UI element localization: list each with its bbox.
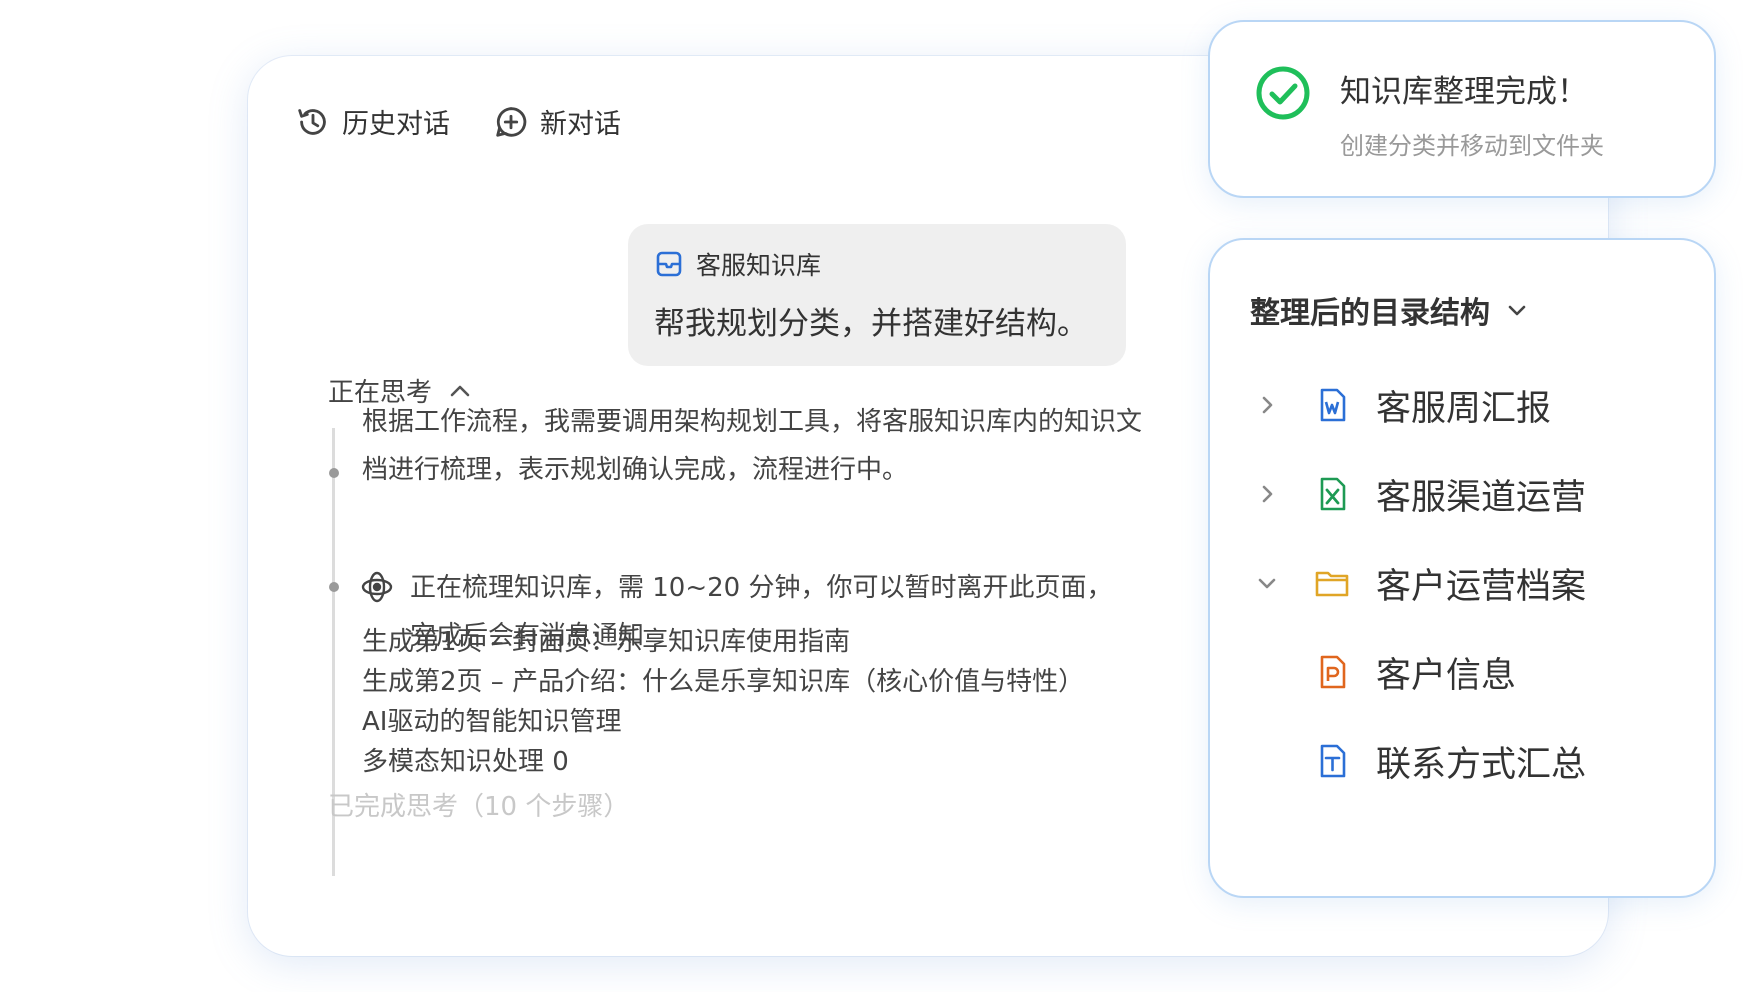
user-message-text: 帮我规划分类，并搭建好结构。 (654, 306, 1088, 342)
chat-toolbar: 历史对话 新对话 (294, 102, 621, 141)
tree-item-customer-service-channel-ops[interactable]: 客服渠道运营 (1210, 459, 1714, 529)
completed-thinking-label: 已完成思考（10 个步骤） (328, 792, 630, 822)
generation-log-line: AI驱动的智能知识管理 (362, 707, 622, 737)
new-chat-button[interactable]: 新对话 (492, 102, 621, 141)
notification-title: 知识库整理完成！ (1340, 74, 1588, 110)
generation-log: 生成第1页 – 封面页：乐享知识库使用指南 生成第2页 – 产品介绍：什么是乐享… (362, 622, 1084, 782)
add-chat-icon (496, 106, 527, 137)
directory-structure-panel: 整理后的目录结构 客服周汇报 客服渠道运营 客户运营档案 客户信息 联系方式汇总 (1208, 238, 1716, 898)
generation-log-line: 生成第1页 – 封面页：乐享知识库使用指南 (362, 627, 851, 657)
timeline-dot (329, 582, 339, 592)
tree-item-customer-ops-archive[interactable]: 客户运营档案 (1210, 548, 1714, 618)
completion-notification: 知识库整理完成！ 创建分类并移动到文件夹 (1208, 20, 1716, 198)
text-doc-icon (1320, 744, 1346, 778)
tree-item-label: 客户运营档案 (1376, 566, 1587, 607)
orbit-loading-icon (361, 571, 393, 603)
generation-log-line: 生成第2页 – 产品介绍：什么是乐享知识库（核心价值与特性） (362, 667, 1085, 697)
ppt-doc-icon (1320, 655, 1346, 689)
knowledge-base-icon (656, 251, 682, 277)
folder-icon (1315, 571, 1349, 597)
history-icon (298, 108, 326, 135)
history-chat-button[interactable]: 历史对话 (294, 102, 450, 141)
excel-doc-icon (1320, 477, 1346, 511)
tree-item-label: 客服周汇报 (1376, 388, 1552, 429)
notification-subtitle: 创建分类并移动到文件夹 (1340, 132, 1604, 160)
knowledge-base-name: 客服知识库 (696, 251, 822, 280)
knowledge-base-chip[interactable]: 客服知识库 (654, 246, 1100, 282)
tree-item-contact-summary[interactable]: 联系方式汇总 (1210, 726, 1714, 796)
check-circle-icon (1256, 66, 1310, 120)
word-doc-icon (1320, 388, 1346, 422)
chevron-down-icon (1508, 305, 1526, 316)
timeline-dot (329, 468, 339, 478)
user-message-bubble: 客服知识库 帮我规划分类，并搭建好结构。 (628, 224, 1126, 366)
directory-structure-dropdown[interactable]: 整理后的目录结构 (1250, 288, 1530, 332)
history-chat-label: 历史对话 (342, 109, 450, 140)
tree-item-label: 客户信息 (1376, 655, 1517, 696)
chevron-right-icon[interactable] (1254, 481, 1280, 507)
generation-log-line: 多模态知识处理 0 (362, 747, 569, 777)
tree-item-customer-service-weekly-report[interactable]: 客服周汇报 (1210, 370, 1714, 440)
tree-item-label: 客服渠道运营 (1376, 477, 1587, 518)
tree-item-customer-info[interactable]: 客户信息 (1210, 637, 1714, 707)
chevron-right-icon[interactable] (1254, 392, 1280, 418)
new-chat-label: 新对话 (540, 109, 621, 140)
directory-structure-title: 整理后的目录结构 (1250, 296, 1490, 331)
thinking-step-text: 根据工作流程，我需要调用架构规划工具，将客服知识库内的知识文档进行梳理，表示规划… (362, 407, 1143, 485)
tree-item-label: 联系方式汇总 (1376, 744, 1587, 785)
chevron-down-icon[interactable] (1254, 570, 1280, 596)
